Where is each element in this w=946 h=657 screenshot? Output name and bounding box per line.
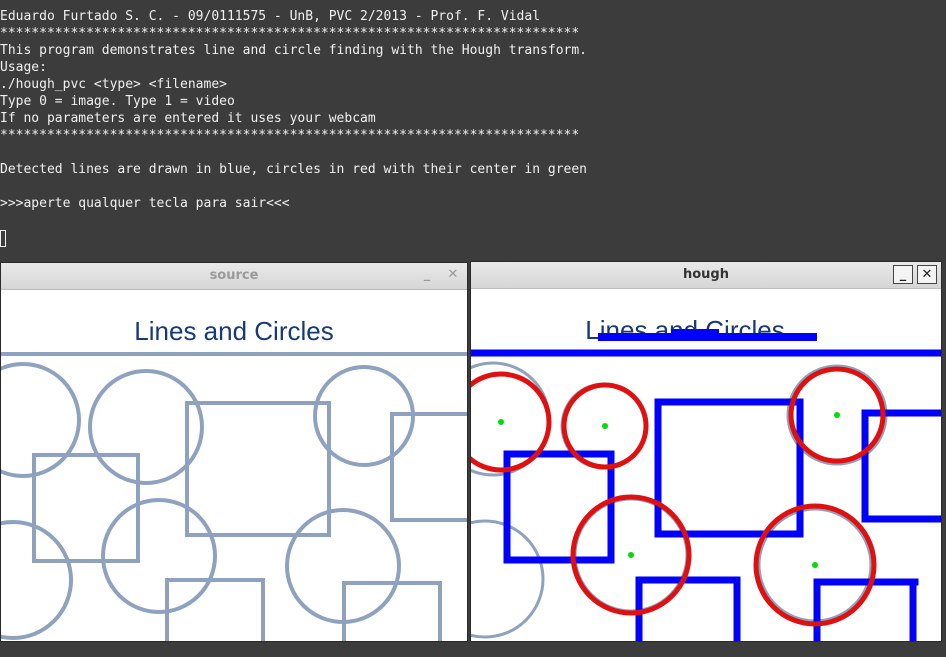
detected-square	[654, 398, 804, 538]
source-minimize-button[interactable]: _	[417, 266, 437, 285]
terminal-line: Type 0 = image. Type 1 = video	[0, 94, 235, 109]
source-image-title: Lines and Circles	[134, 316, 333, 346]
hough-titlebar[interactable]: hough _ ✕	[471, 262, 941, 289]
terminal-line: Detected lines are drawn in blue, circle…	[0, 162, 587, 177]
circle-center	[498, 419, 504, 425]
source-square	[185, 401, 331, 537]
hough-image: Lines and Circles	[471, 289, 941, 641]
terminal[interactable]: Eduardo Furtado S. C. - 09/0111575 - UnB…	[0, 0, 946, 262]
terminal-cursor	[0, 230, 6, 247]
circle-center	[812, 562, 818, 568]
source-square	[390, 412, 467, 522]
terminal-line: Eduardo Furtado S. C. - 09/0111575 - UnB…	[0, 9, 541, 24]
terminal-line: ./hough_pvc <type> <filename>	[0, 77, 227, 92]
source-circle	[101, 498, 217, 614]
terminal-line: ****************************************…	[0, 128, 580, 143]
terminal-line: If no parameters are entered it uses you…	[0, 111, 376, 126]
source-circle	[1, 362, 81, 478]
source-square	[165, 578, 265, 641]
terminal-line: ****************************************…	[0, 26, 580, 41]
source-close-button[interactable]: ✕	[443, 266, 463, 285]
circle-center	[834, 412, 840, 418]
source-window-title: source	[209, 268, 259, 283]
source-titlebar[interactable]: source _ ✕	[1, 263, 467, 290]
terminal-line: This program demonstrates line and circl…	[0, 43, 587, 58]
terminal-line: >>>aperte qualquer tecla para sair<<<	[0, 196, 290, 211]
hough-window[interactable]: hough _ ✕ Lines and Circles	[470, 261, 942, 642]
hough-window-title: hough	[682, 267, 729, 282]
source-window[interactable]: source _ ✕ Lines and Circles	[0, 262, 468, 642]
terminal-line: Usage:	[0, 60, 47, 75]
circle-center	[628, 552, 634, 558]
source-image: Lines and Circles	[1, 290, 467, 641]
circle-center	[602, 423, 608, 429]
hough-minimize-button[interactable]: _	[893, 265, 913, 284]
hough-close-button[interactable]: ✕	[917, 265, 937, 284]
